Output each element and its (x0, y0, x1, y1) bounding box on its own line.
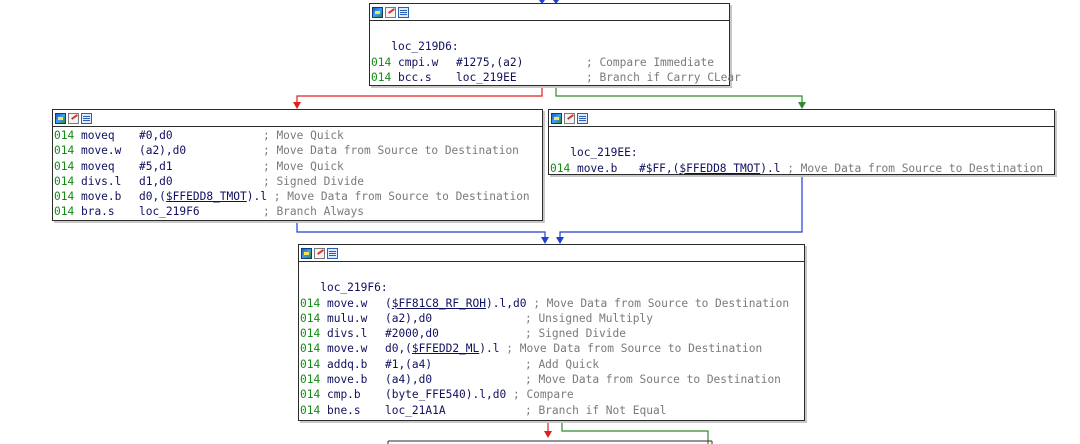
instruction-line[interactable]: 014 move.b (a4),d0; Move Data from Source… (300, 372, 804, 387)
node-header (370, 4, 729, 21)
edit-node-icon[interactable] (385, 6, 396, 18)
instruction-line[interactable]: 014 divs.l #2000,d0; Signed Divide (300, 326, 804, 341)
edge-arrowhead (541, 237, 549, 244)
edge-branch-taken (555, 86, 803, 103)
instruction-line[interactable]: 014 moveq #5,d1; Move Quick (54, 159, 542, 174)
code-label[interactable]: loc_219EE: (550, 145, 1054, 160)
code-label[interactable]: loc_219D6: (371, 39, 729, 54)
node-list-icon[interactable] (327, 247, 338, 259)
graph-overview-icon[interactable] (55, 112, 66, 124)
instruction-line[interactable]: 014 cmpi.w #1275,(a2); Compare Immediate (371, 55, 729, 70)
code-block-fallthrough[interactable]: 014 moveq #0,d0; Move Quick 014 move.w (a2… (52, 109, 543, 221)
instruction-line[interactable]: 014 move.w ($FF81C8_RF_ROH).l,d0 ; Move D… (300, 296, 804, 311)
instruction-line[interactable]: 014 move.w d0,($FFEDD2_ML).l ; Move Data … (300, 341, 804, 356)
instruction-line[interactable]: 014 mulu.w (a2),d0; Unsigned Multiply (300, 311, 804, 326)
node-header (53, 110, 542, 127)
node-list-icon[interactable] (81, 112, 92, 124)
instruction-line[interactable]: 014 moveq #0,d0; Move Quick (54, 128, 542, 143)
code-label[interactable]: loc_219F6: (300, 280, 804, 295)
graph-overview-icon[interactable] (301, 247, 312, 259)
node-body: loc_219D6: 014 cmpi.w #1275,(a2); Compare… (370, 21, 741, 87)
instruction-line[interactable]: 014 move.b #$FF,($FFEDD8_TMOT).l ; Move D… (550, 161, 1054, 176)
node-list-icon[interactable] (398, 6, 409, 18)
edit-node-icon[interactable] (314, 247, 325, 259)
instruction-line[interactable]: 014 cmp.b (byte_FFE540).l,d0 ; Compare (300, 387, 804, 402)
instruction-line[interactable]: 014 move.b d0,($FFEDD8_TMOT).l ; Move Dat… (54, 189, 542, 204)
node-body: loc_219EE: 014 move.b #$FF,($FFEDD8_TMOT)… (549, 127, 1054, 178)
node-header (299, 245, 804, 262)
edge-arrowhead (798, 102, 806, 109)
node-body: 014 moveq #0,d0; Move Quick 014 move.w (a2… (53, 127, 542, 222)
edge-unconditional (559, 175, 803, 238)
graph-overview-icon[interactable] (551, 112, 562, 124)
instruction-line[interactable]: 014 bra.s loc_219F6; Branch Always (54, 204, 542, 219)
edit-node-icon[interactable] (68, 112, 79, 124)
node-header (549, 110, 1054, 127)
graph-overview-icon[interactable] (372, 6, 383, 18)
edge-unconditional (296, 221, 546, 238)
edge-arrowhead (544, 431, 552, 438)
instruction-line[interactable]: 014 addq.b #1,(a4); Add Quick (300, 357, 804, 372)
instruction-line[interactable]: 014 divs.l d1,d0; Signed Divide (54, 174, 542, 189)
edit-node-icon[interactable] (564, 112, 575, 124)
code-block-loc-219f6[interactable]: loc_219F6: 014 move.w ($FF81C8_RF_ROH).l,… (298, 244, 805, 421)
instruction-line[interactable]: 014 bne.s loc_21A1A; Branch if Not Equal (300, 403, 804, 418)
instruction-line[interactable]: 014 move.w (a2),d0; Move Data from Source… (54, 143, 542, 158)
instruction-line[interactable]: 014 bcc.s loc_219EE; Branch if Carry CLea… (371, 70, 741, 85)
edge-arrowhead (293, 102, 301, 109)
code-block-loc-219ee[interactable]: loc_219EE: 014 move.b #$FF,($FFEDD8_TMOT)… (548, 109, 1055, 175)
node-body: loc_219F6: 014 move.w ($FF81C8_RF_ROH).l,… (299, 262, 804, 420)
code-block-loc-219d6[interactable]: loc_219D6: 014 cmpi.w #1275,(a2); Compare… (369, 3, 741, 87)
node-list-icon[interactable] (577, 112, 588, 124)
edge-fallthrough (296, 86, 543, 103)
edge-arrowhead (556, 237, 564, 244)
